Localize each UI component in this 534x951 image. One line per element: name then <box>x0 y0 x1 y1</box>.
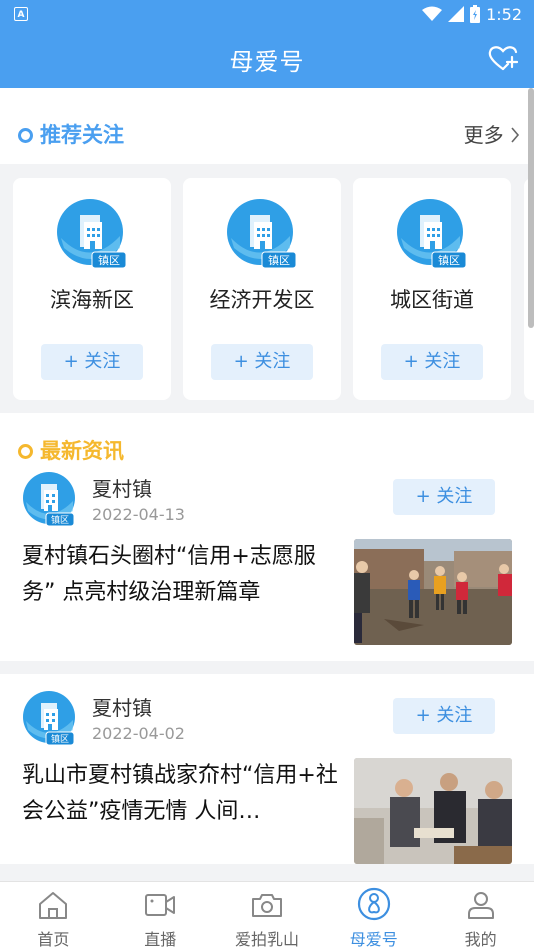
app-header: 母爱号 <box>0 28 534 88</box>
publish-date: 2022-04-02 <box>92 724 185 743</box>
publish-date: 2022-04-13 <box>92 505 185 524</box>
status-bar: A 1:52 <box>0 0 534 28</box>
news-item[interactable]: 镇区 夏村镇 2022-04-13 + 关注 夏村镇石头圈村“信用+志愿服务” … <box>0 471 534 661</box>
battery-icon <box>470 5 481 23</box>
camera-icon <box>251 894 282 917</box>
recommend-list: 镇区 滨海新区 + 关注 镇区 经济开发区 + 关注 镇区 城区街道 + 关注 <box>0 164 534 413</box>
follow-button[interactable]: + 关注 <box>211 344 313 380</box>
badge-label: 镇区 <box>438 253 460 267</box>
org-name: 经济开发区 <box>209 288 315 312</box>
mother-love-icon <box>357 887 390 921</box>
source-avatar: 镇区 <box>22 471 78 531</box>
more-link[interactable]: 更多 <box>464 119 520 148</box>
clock: 1:52 <box>486 4 522 24</box>
news-header: 最新资讯 <box>0 413 534 471</box>
recommend-header: 推荐关注 更多 <box>0 88 534 164</box>
section-dot-icon <box>18 128 33 143</box>
status-right: 1:52 <box>422 4 522 24</box>
org-name: 滨海新区 <box>50 288 134 312</box>
wifi-icon <box>422 6 443 21</box>
tab-me[interactable]: 我的 <box>427 882 534 951</box>
video-icon <box>145 894 176 916</box>
tab-label: 母爱号 <box>349 930 398 949</box>
recommend-card[interactable]: 镇区 滨海新区 + 关注 <box>13 178 171 400</box>
org-avatar: 镇区 <box>396 198 468 274</box>
news-headline[interactable]: 乳山市夏村镇战家夼村“信用+社会公益”疫情无情 人间… <box>22 758 344 830</box>
tab-live[interactable]: 直播 <box>107 882 214 951</box>
app-notification-icon: A <box>14 7 28 21</box>
tab-label: 首页 <box>37 930 70 949</box>
follow-button[interactable]: + 关注 <box>393 698 495 734</box>
badge-label: 镇区 <box>51 733 69 745</box>
tab-label: 我的 <box>464 930 497 949</box>
org-avatar: 镇区 <box>56 198 128 274</box>
badge-label: 镇区 <box>51 514 69 526</box>
tab-home[interactable]: 首页 <box>0 882 107 951</box>
news-thumbnail[interactable] <box>354 539 512 645</box>
news-thumbnail[interactable] <box>354 758 512 864</box>
chevron-right-icon <box>511 127 520 143</box>
org-avatar: 镇区 <box>226 198 298 274</box>
news-item[interactable]: 镇区 夏村镇 2022-04-02 + 关注 乳山市夏村镇战家夼村“信用+社会公… <box>0 674 534 864</box>
tab-label: 爱拍乳山 <box>234 930 299 949</box>
page-title: 母爱号 <box>229 48 305 76</box>
heart-plus-icon[interactable] <box>488 44 518 72</box>
tab-photo[interactable]: 爱拍乳山 <box>214 882 321 951</box>
badge-label: 镇区 <box>98 253 120 267</box>
home-icon <box>39 892 68 919</box>
tab-label: 直播 <box>144 930 177 949</box>
follow-button[interactable]: + 关注 <box>41 344 143 380</box>
source-avatar: 镇区 <box>22 690 78 750</box>
follow-button[interactable]: + 关注 <box>381 344 483 380</box>
org-name: 城区街道 <box>390 288 474 312</box>
more-label: 更多 <box>463 123 504 147</box>
spacer <box>0 674 534 688</box>
bottom-tab-bar: 首页 直播 爱拍乳山 母爱号 我的 <box>0 881 534 951</box>
user-icon <box>467 892 494 919</box>
recommend-title: 推荐关注 <box>40 123 124 147</box>
follow-button[interactable]: + 关注 <box>393 479 495 515</box>
news-headline[interactable]: 夏村镇石头圈村“信用+志愿服务” 点亮村级治理新篇章 <box>22 539 344 611</box>
recommend-card[interactable]: 镇区 经济开发区 + 关注 <box>183 178 341 400</box>
content-scroll[interactable]: 推荐关注 更多 镇区 滨海新区 + 关注 镇区 经济开发区 + 关注 镇区 城区… <box>0 88 534 881</box>
recommend-card[interactable]: 镇区 城区街道 + 关注 <box>353 178 511 400</box>
source-name: 夏村镇 <box>92 696 152 720</box>
news-title: 最新资讯 <box>40 439 124 463</box>
signal-icon <box>448 6 465 22</box>
tab-mother-love[interactable]: 母爱号 <box>320 882 427 951</box>
badge-label: 镇区 <box>268 253 290 267</box>
section-dot-icon <box>18 444 33 459</box>
source-name: 夏村镇 <box>92 477 152 501</box>
scrollbar[interactable] <box>528 88 534 328</box>
divider <box>0 661 534 674</box>
